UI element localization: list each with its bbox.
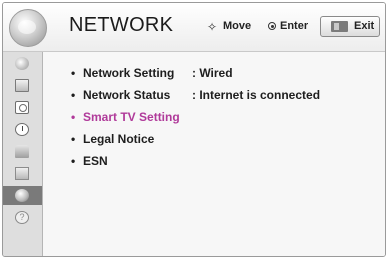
lock-icon	[15, 145, 29, 158]
help-icon: ?	[15, 211, 29, 224]
bullet: •	[71, 88, 76, 102]
sidebar-item-screen[interactable]	[3, 76, 42, 95]
sidebar-item-time[interactable]	[3, 120, 42, 139]
exit-key-icon	[331, 21, 348, 32]
exit-button-label: Exit	[354, 20, 375, 32]
menu-item-value: : Wired	[192, 66, 233, 80]
sidebar-item-help[interactable]: ?	[3, 208, 42, 227]
screen-icon	[15, 79, 29, 92]
option-icon	[15, 167, 29, 180]
bullet: •	[71, 110, 76, 124]
menu-item-label: Network Setting	[83, 66, 175, 80]
picture-icon	[15, 57, 29, 70]
sidebar-item-audio[interactable]	[3, 98, 42, 117]
menu-item-label: Legal Notice	[83, 132, 155, 146]
bullet: •	[71, 66, 76, 80]
page-title: NETWORK	[69, 14, 174, 36]
sidebar-item-picture[interactable]	[3, 54, 42, 73]
sidebar-item-lock[interactable]	[3, 142, 42, 161]
bullet: •	[71, 154, 76, 168]
bullet: •	[71, 132, 76, 146]
four-way-arrow-icon: ✧	[206, 20, 218, 34]
network-menu: NETWORK ✧ Move Enter Exit ? • Network Se…	[2, 2, 386, 257]
sidebar-item-option[interactable]	[3, 164, 42, 183]
audio-icon	[15, 101, 29, 114]
menu-item-value: : Internet is connected	[192, 88, 321, 102]
menu-item-label: Network Status	[83, 88, 171, 102]
move-hint-label: Move	[223, 20, 252, 32]
exit-button[interactable]: Exit	[320, 16, 380, 37]
menu-item-label: Smart TV Setting	[83, 110, 180, 124]
sidebar-item-network[interactable]	[3, 186, 42, 205]
network-icon	[15, 189, 29, 202]
enter-dot-icon	[268, 22, 276, 30]
menu-header: NETWORK ✧ Move Enter Exit	[3, 3, 385, 52]
time-icon	[15, 123, 29, 136]
enter-hint-label: Enter	[280, 20, 309, 32]
menu-content: • Network Setting : Wired • Network Stat…	[43, 52, 385, 256]
menu-item-label: ESN	[83, 154, 108, 168]
network-globe-icon	[9, 9, 47, 47]
category-sidebar: ?	[3, 52, 43, 256]
